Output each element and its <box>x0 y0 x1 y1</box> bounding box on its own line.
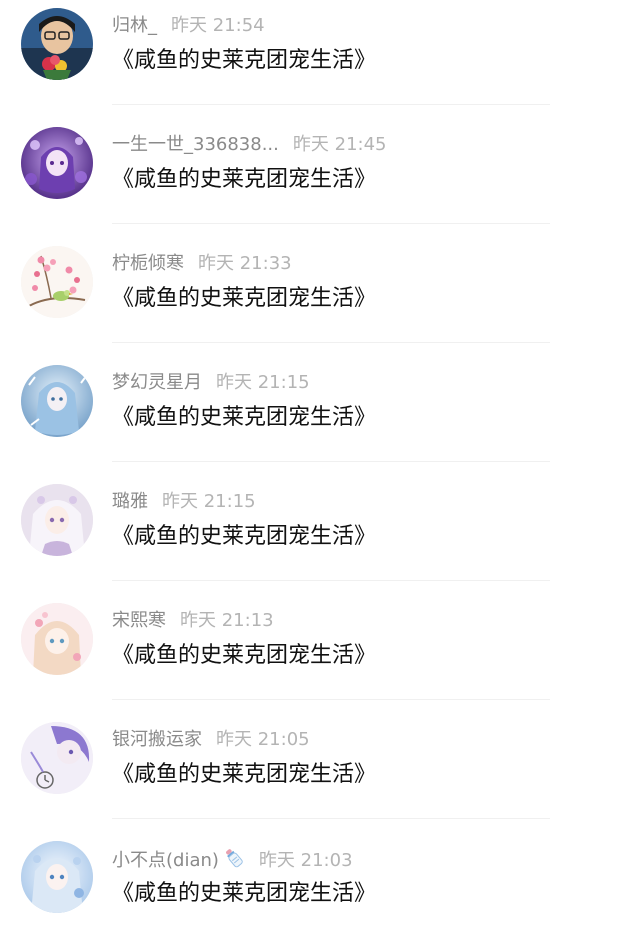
comment-meta: 归林_ 昨天 21:54 <box>112 14 265 38</box>
comment-meta: 宋熙寒 昨天 21:13 <box>112 609 274 633</box>
comment-item[interactable]: 璐雅 昨天 21:15 《咸鱼的史莱克团宠生活》 <box>0 476 640 595</box>
comment-meta: 柠栀倾寒 昨天 21:33 <box>112 252 292 276</box>
comment-text: 《咸鱼的史莱克团宠生活》 <box>112 405 377 430</box>
divider <box>112 580 550 581</box>
comment-list: 归林_ 昨天 21:54 《咸鱼的史莱克团宠生活》 一生一世_336838... 昨… <box>0 0 640 947</box>
timestamp: 昨天 21:03 <box>258 850 353 871</box>
divider <box>112 342 550 343</box>
comment-meta: 银河搬运家 昨天 21:05 <box>112 728 310 752</box>
avatar-white-hair-girl-icon <box>21 484 93 556</box>
timestamp: 昨天 21:45 <box>292 134 387 155</box>
username[interactable]: 归林_ <box>112 15 157 36</box>
avatar[interactable] <box>21 722 93 794</box>
avatar-light-blue-girl-icon <box>21 841 93 913</box>
avatar-pink-anime-girl-icon <box>21 603 93 675</box>
timestamp: 昨天 21:54 <box>171 15 265 36</box>
username[interactable]: 一生一世_336838... <box>112 134 279 155</box>
divider <box>112 818 550 819</box>
avatar-purple-clock-girl-icon <box>21 722 93 794</box>
comment-text: 《咸鱼的史莱克团宠生活》 <box>112 762 377 787</box>
comment-item[interactable]: 小不点(dian) 昨天 21:03 《咸鱼的史莱克团宠生活》 <box>0 833 640 952</box>
avatar[interactable] <box>21 246 93 318</box>
comment-text: 《咸鱼的史莱克团宠生活》 <box>112 524 377 549</box>
username[interactable]: 梦幻灵星月 <box>112 372 202 393</box>
timestamp: 昨天 21:33 <box>198 253 292 274</box>
avatar-blue-ice-girl-icon <box>21 365 93 437</box>
timestamp: 昨天 21:13 <box>180 610 274 631</box>
baby-bottle-emoji-icon <box>223 847 245 876</box>
comment-meta: 梦幻灵星月 昨天 21:15 <box>112 371 310 395</box>
avatar[interactable] <box>21 484 93 556</box>
username[interactable]: 柠栀倾寒 <box>112 253 184 274</box>
avatar-man-with-flowers-icon <box>21 8 93 80</box>
divider <box>112 223 550 224</box>
divider <box>112 461 550 462</box>
comment-item[interactable]: 梦幻灵星月 昨天 21:15 《咸鱼的史莱克团宠生活》 <box>0 357 640 476</box>
timestamp: 昨天 21:05 <box>216 729 310 750</box>
avatar[interactable] <box>21 841 93 913</box>
avatar-purple-anime-girl-icon <box>21 127 93 199</box>
comment-text: 《咸鱼的史莱克团宠生活》 <box>112 881 377 906</box>
comment-text: 《咸鱼的史莱克团宠生活》 <box>112 286 377 311</box>
avatar[interactable] <box>21 603 93 675</box>
comment-meta: 一生一世_336838... 昨天 21:45 <box>112 133 387 157</box>
username[interactable]: 小不点(dian) <box>112 850 219 871</box>
username[interactable]: 宋熙寒 <box>112 610 166 631</box>
username[interactable]: 璐雅 <box>112 491 148 512</box>
comment-text: 《咸鱼的史莱克团宠生活》 <box>112 643 377 668</box>
comment-meta: 小不点(dian) 昨天 21:03 <box>112 847 353 871</box>
comment-item[interactable]: 银河搬运家 昨天 21:05 《咸鱼的史莱克团宠生活》 <box>0 714 640 833</box>
divider <box>112 104 550 105</box>
avatar-cherry-blossom-bird-icon <box>21 246 93 318</box>
divider <box>112 699 550 700</box>
comment-item[interactable]: 柠栀倾寒 昨天 21:33 《咸鱼的史莱克团宠生活》 <box>0 238 640 357</box>
avatar[interactable] <box>21 8 93 80</box>
comment-item[interactable]: 归林_ 昨天 21:54 《咸鱼的史莱克团宠生活》 <box>0 0 640 119</box>
comment-item[interactable]: 一生一世_336838... 昨天 21:45 《咸鱼的史莱克团宠生活》 <box>0 119 640 238</box>
comment-meta: 璐雅 昨天 21:15 <box>112 490 256 514</box>
comment-text: 《咸鱼的史莱克团宠生活》 <box>112 167 377 192</box>
avatar[interactable] <box>21 365 93 437</box>
timestamp: 昨天 21:15 <box>216 372 310 393</box>
comment-item[interactable]: 宋熙寒 昨天 21:13 《咸鱼的史莱克团宠生活》 <box>0 595 640 714</box>
timestamp: 昨天 21:15 <box>162 491 256 512</box>
avatar[interactable] <box>21 127 93 199</box>
username[interactable]: 银河搬运家 <box>112 729 202 750</box>
comment-text: 《咸鱼的史莱克团宠生活》 <box>112 48 377 73</box>
